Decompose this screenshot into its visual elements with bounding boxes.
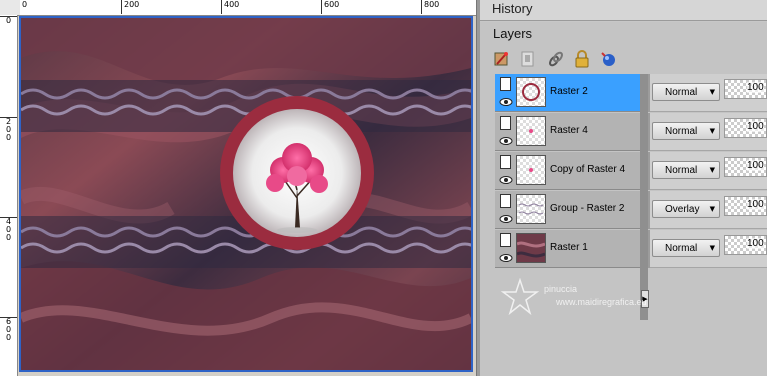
eye-icon[interactable] — [499, 215, 513, 223]
layer-blend-controls: Normal ▼ 100 — [650, 113, 767, 151]
opacity-value: 100 — [747, 160, 764, 171]
lock-icon[interactable] — [572, 49, 592, 69]
horizontal-ruler: 0 200 400 600 800 — [20, 0, 476, 16]
layer-properties-icon[interactable] — [518, 49, 538, 69]
watermark-url: www.maidiregrafica.eu — [556, 297, 647, 307]
layer-row-raster-4[interactable]: Raster 4 Normal ▼ 100 — [495, 113, 767, 151]
layers-panel: Layers Raster 2 Normal ▼ 100 Raster 4 No… — [480, 22, 767, 376]
blend-mode-select[interactable]: Normal ▼ — [652, 122, 720, 140]
opacity-field[interactable]: 100 — [724, 157, 767, 177]
ruler-tick: 600 — [321, 0, 339, 14]
layer-name: Copy of Raster 4 — [550, 164, 626, 175]
layer-blend-controls: Normal ▼ 100 — [650, 74, 767, 112]
ruler-tick: 0 — [20, 0, 27, 14]
dropdown-arrow-icon: ▼ — [709, 244, 715, 252]
eye-icon[interactable] — [499, 137, 513, 145]
blend-mode-value: Normal — [665, 165, 698, 176]
blend-mode-value: Normal — [665, 87, 698, 98]
layer-info[interactable]: Raster 2 — [495, 74, 641, 112]
layers-title: Layers — [493, 26, 533, 41]
dropdown-arrow-icon: ▼ — [709, 205, 715, 213]
visibility-controls — [497, 232, 515, 266]
layer-name: Raster 1 — [550, 242, 588, 253]
layer-thumbnail — [516, 155, 546, 185]
layer-thumbnail — [516, 233, 546, 263]
ruler-tick: 800 — [421, 0, 439, 14]
history-title: History — [492, 1, 533, 16]
canvas-area[interactable]: 0 200 400 600 800 0 2 0 0 4 0 0 6 0 0 — [0, 0, 476, 376]
opacity-value: 100 — [747, 238, 764, 249]
blend-mode-select[interactable]: Overlay ▼ — [652, 200, 720, 218]
link-icon[interactable] — [546, 49, 566, 69]
ruler-tick: 200 — [121, 0, 139, 14]
layer-name: Raster 4 — [550, 125, 588, 136]
layer-row-raster-1[interactable]: Raster 1 Normal ▼ 100 — [495, 230, 767, 268]
opacity-field[interactable]: 100 — [724, 235, 767, 255]
page-icon[interactable] — [500, 155, 511, 169]
layer-row-copy-of-raster-4[interactable]: Copy of Raster 4 Normal ▼ 100 — [495, 152, 767, 190]
page-icon[interactable] — [500, 116, 511, 130]
watermark-name: pinuccia — [544, 284, 578, 294]
blend-mode-value: Overlay — [665, 204, 700, 215]
visibility-controls — [497, 76, 515, 110]
layer-row-group-raster-2[interactable]: Group - Raster 2 Overlay ▼ 100 — [495, 191, 767, 229]
blend-mode-select[interactable]: Normal ▼ — [652, 161, 720, 179]
watermark: pinuccia www.maidiregrafica.eu — [500, 278, 680, 318]
dropdown-arrow-icon: ▼ — [709, 166, 715, 174]
history-panel-header[interactable]: History — [480, 0, 767, 21]
opacity-value: 100 — [747, 82, 764, 93]
layer-blend-controls: Normal ▼ 100 — [650, 152, 767, 190]
page-icon[interactable] — [500, 77, 511, 91]
opacity-field[interactable]: 100 — [724, 118, 767, 138]
page-icon[interactable] — [500, 194, 511, 208]
eye-icon[interactable] — [499, 254, 513, 262]
ruler-tick: 4 0 0 — [0, 217, 17, 242]
visibility-controls — [497, 115, 515, 149]
eye-icon[interactable] — [499, 98, 513, 106]
ruler-corner — [0, 0, 21, 16]
blend-mode-select[interactable]: Normal ▼ — [652, 83, 720, 101]
opacity-value: 100 — [747, 121, 764, 132]
layer-blend-controls: Overlay ▼ 100 — [650, 191, 767, 229]
blue-ball-icon[interactable] — [598, 49, 618, 69]
layer-thumbnail — [516, 77, 546, 107]
page-icon[interactable] — [500, 233, 511, 247]
layer-thumbnail — [516, 116, 546, 146]
eye-icon[interactable] — [499, 176, 513, 184]
ruler-tick: 6 0 0 — [0, 317, 17, 342]
blend-mode-select[interactable]: Normal ▼ — [652, 239, 720, 257]
layer-info[interactable]: Raster 4 — [495, 113, 641, 151]
artwork-image — [21, 18, 471, 370]
vertical-ruler: 0 2 0 0 4 0 0 6 0 0 — [0, 15, 18, 376]
ruler-tick: 2 0 0 — [0, 117, 17, 142]
layer-info[interactable]: Copy of Raster 4 — [495, 152, 641, 190]
ruler-tick: 400 — [221, 0, 239, 14]
layer-thumbnail — [516, 194, 546, 224]
opacity-field[interactable]: 100 — [724, 196, 767, 216]
visibility-controls — [497, 193, 515, 227]
opacity-field[interactable]: 100 — [724, 79, 767, 99]
watermark-logo-icon — [500, 278, 540, 316]
visibility-controls — [497, 154, 515, 188]
new-raster-layer-icon[interactable] — [492, 49, 512, 69]
layer-name: Raster 2 — [550, 86, 588, 97]
blend-mode-value: Normal — [665, 243, 698, 254]
ruler-tick: 0 — [0, 16, 17, 25]
side-panels: History Layers Raster 2 Normal ▼ 100 Ras… — [480, 0, 767, 376]
layer-info[interactable]: Group - Raster 2 — [495, 191, 641, 229]
blend-mode-value: Normal — [665, 126, 698, 137]
opacity-value: 100 — [747, 199, 764, 210]
layer-info[interactable]: Raster 1 — [495, 230, 641, 268]
layer-blend-controls: Normal ▼ 100 — [650, 230, 767, 268]
layer-name: Group - Raster 2 — [550, 203, 625, 214]
dropdown-arrow-icon: ▼ — [709, 127, 715, 135]
image-canvas[interactable] — [19, 16, 473, 372]
dropdown-arrow-icon: ▼ — [709, 88, 715, 96]
layer-row-raster-2[interactable]: Raster 2 Normal ▼ 100 — [495, 74, 767, 112]
